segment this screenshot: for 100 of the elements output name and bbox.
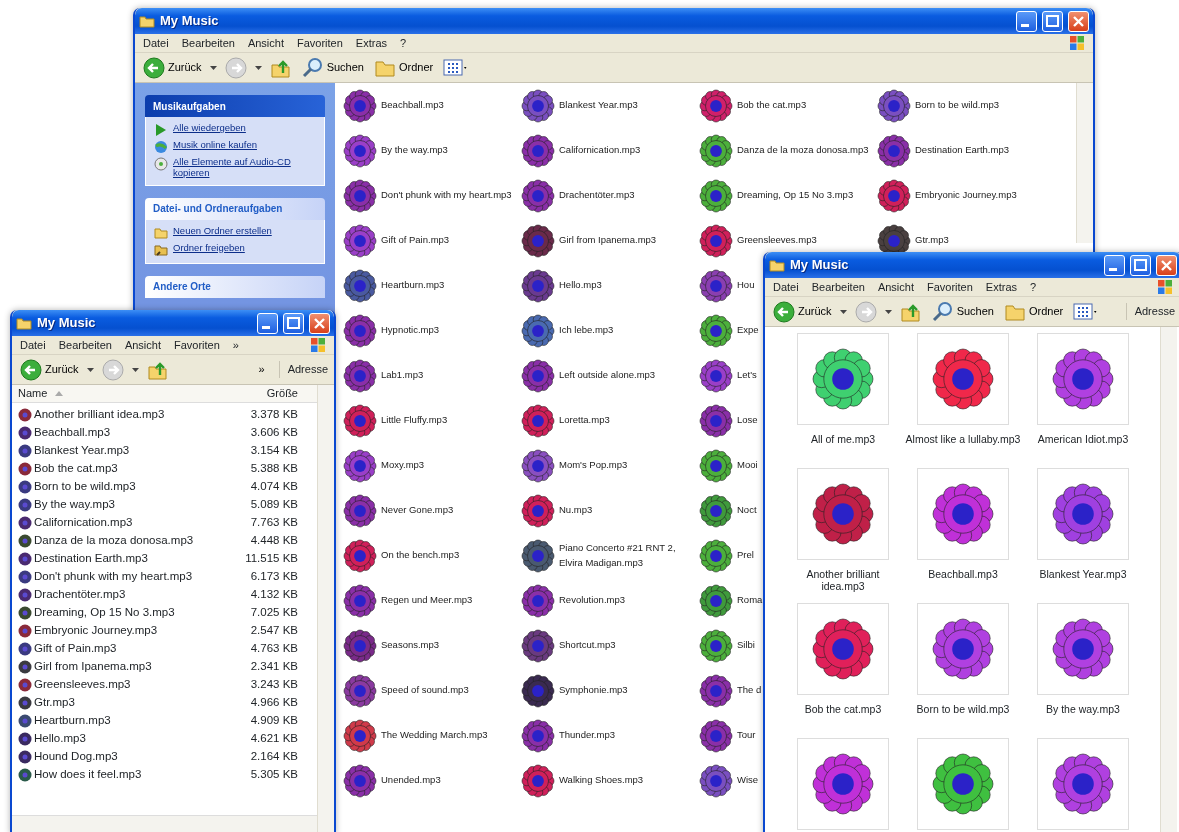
column-header[interactable]: Name <box>18 385 48 402</box>
scrollbar[interactable] <box>1160 327 1177 832</box>
file-name[interactable]: Beachball.mp3 <box>34 424 111 442</box>
file-name[interactable]: How does it feel.mp3 <box>34 766 142 784</box>
thumbnail-frame[interactable] <box>1037 333 1129 425</box>
file-name[interactable]: The Wedding March.mp3 <box>381 728 488 743</box>
thumbnail-frame[interactable] <box>917 603 1009 695</box>
folders-button[interactable]: Ordner <box>371 55 436 80</box>
file-name[interactable]: Hello.mp3 <box>559 278 602 293</box>
file-name[interactable]: Embryonic Journey.mp3 <box>34 622 158 640</box>
thumbnail-frame[interactable] <box>797 333 889 425</box>
file-name[interactable]: Wise <box>737 773 759 788</box>
close-button[interactable] <box>309 312 330 334</box>
file-name[interactable]: Girl from Ipanema.mp3 <box>34 658 152 676</box>
menu-item[interactable]: Extras <box>355 34 388 52</box>
task-link[interactable]: Neuen Ordner erstellen <box>154 225 316 240</box>
file-name[interactable]: Destination Earth.mp3 <box>34 550 148 568</box>
file-name[interactable]: Walking Shoes.mp3 <box>559 773 644 788</box>
caret-icon[interactable] <box>839 309 847 314</box>
menu-item[interactable]: Bearbeiten <box>181 34 235 52</box>
file-name[interactable]: Gtr.mp3 <box>34 694 75 712</box>
file-name[interactable]: Little Fluffy.mp3 <box>381 413 448 428</box>
file-name[interactable]: Beachball.mp3 <box>381 98 444 113</box>
file-name[interactable]: Hello.mp3 <box>34 730 86 748</box>
menu-item[interactable]: Datei <box>20 336 46 354</box>
file-name[interactable]: Hypnotic.mp3 <box>381 323 440 338</box>
file-name[interactable]: Blankest Year.mp3 <box>559 98 638 113</box>
thumbnail-frame[interactable] <box>917 333 1009 425</box>
file-name[interactable]: Regen und Meer.mp3 <box>381 593 473 608</box>
minimize-button[interactable] <box>1016 10 1037 32</box>
caret-icon[interactable] <box>131 367 139 372</box>
file-name[interactable]: Nu.mp3 <box>559 503 593 518</box>
file-name[interactable]: Don't phunk with my heart.mp3 <box>381 188 512 203</box>
caret-icon[interactable] <box>86 367 94 372</box>
file-name[interactable]: Danza de la moza donosa.mp3 <box>34 532 194 550</box>
thumbnail-frame[interactable] <box>1037 603 1129 695</box>
panel-header[interactable]: Datei- und Ordneraufgaben <box>145 197 325 220</box>
maximize-button[interactable] <box>283 312 304 334</box>
file-name[interactable]: Dreaming, Op 15 No 3.mp3 <box>34 604 175 622</box>
task-link[interactable]: Alle wiedergeben <box>154 123 316 137</box>
back-button[interactable]: Zurück <box>771 299 834 324</box>
file-name[interactable]: Blankest Year.mp3 <box>1025 568 1141 581</box>
file-name[interactable]: Another brilliant idea.mp3 <box>34 406 165 424</box>
file-name[interactable]: Drachentöter.mp3 <box>559 188 635 203</box>
file-name[interactable]: Born to be wild.mp3 <box>34 478 136 496</box>
file-name[interactable]: Another brilliant idea.mp3 <box>785 568 901 593</box>
menu-item[interactable]: Favoriten <box>174 336 220 354</box>
file-name[interactable]: By the way.mp3 <box>381 143 448 158</box>
search-button[interactable]: Suchen <box>929 299 996 324</box>
menu-item[interactable]: Bearbeiten <box>811 278 865 296</box>
caret-icon[interactable] <box>884 309 892 314</box>
folders-button[interactable]: Ordner <box>1001 299 1066 324</box>
file-name[interactable]: Prel <box>737 548 754 563</box>
file-name[interactable]: Moxy.mp3 <box>381 458 425 473</box>
file-name[interactable]: Heartburn.mp3 <box>34 712 111 730</box>
chevron-button[interactable]: » <box>256 360 267 379</box>
thumbnail-frame[interactable] <box>917 468 1009 560</box>
file-name[interactable]: Piano Concerto #21 RNT 2, Elvira Madigan.mp3 <box>559 541 699 570</box>
file-name[interactable]: Revolution.mp3 <box>559 593 625 608</box>
minimize-button[interactable] <box>1104 254 1125 276</box>
menu-item[interactable]: Datei <box>143 34 169 52</box>
menu-item[interactable]: Bearbeiten <box>58 336 112 354</box>
file-name[interactable]: Unended.mp3 <box>381 773 441 788</box>
caret-icon[interactable] <box>209 65 217 70</box>
caret-icon[interactable] <box>254 65 262 70</box>
thumbnail-frame[interactable] <box>797 468 889 560</box>
file-name[interactable]: Beachball.mp3 <box>905 568 1021 581</box>
file-name[interactable]: Gtr.mp3 <box>915 233 949 248</box>
menu-item[interactable]: Ansicht <box>124 336 161 354</box>
file-name[interactable]: Hound Dog.mp3 <box>34 748 118 766</box>
file-name[interactable]: Seasons.mp3 <box>381 638 440 653</box>
panel-header[interactable]: Musikaufgaben <box>145 95 325 117</box>
menu-item[interactable]: ? <box>1030 278 1037 296</box>
file-name[interactable]: Loretta.mp3 <box>559 413 610 428</box>
thumbnail-frame[interactable] <box>797 738 889 830</box>
file-name[interactable]: Bob the cat.mp3 <box>34 460 118 478</box>
task-link[interactable]: Musik online kaufen <box>154 140 316 154</box>
file-name[interactable]: Ich lebe.mp3 <box>559 323 614 338</box>
file-name[interactable]: By the way.mp3 <box>34 496 115 514</box>
maximize-button[interactable] <box>1130 254 1151 276</box>
back-button[interactable]: Zurück <box>18 357 81 382</box>
file-name[interactable]: Tour <box>737 728 756 743</box>
file-name[interactable]: Bob the cat.mp3 <box>785 703 901 716</box>
file-name[interactable]: Mom's Pop.mp3 <box>559 458 628 473</box>
file-name[interactable]: Roma <box>737 593 763 608</box>
task-link[interactable]: Alle Elemente auf Audio-CD kopieren <box>154 157 316 179</box>
scrollbar[interactable] <box>1076 83 1093 243</box>
file-name[interactable]: Californication.mp3 <box>559 143 641 158</box>
close-button[interactable] <box>1156 254 1177 276</box>
file-name[interactable]: Gift of Pain.mp3 <box>381 233 450 248</box>
file-name[interactable]: By the way.mp3 <box>1025 703 1141 716</box>
menu-item[interactable]: Ansicht <box>877 278 914 296</box>
maximize-button[interactable] <box>1042 10 1063 32</box>
menu-item[interactable]: Favoriten <box>297 34 343 52</box>
file-name[interactable]: Hou <box>737 278 755 293</box>
file-name[interactable]: Speed of sound.mp3 <box>381 683 469 698</box>
scrollbar[interactable] <box>12 815 317 832</box>
file-name[interactable]: Lose <box>737 413 758 428</box>
file-name[interactable]: Expe <box>737 323 759 338</box>
file-name[interactable]: Lab1.mp3 <box>381 368 424 383</box>
